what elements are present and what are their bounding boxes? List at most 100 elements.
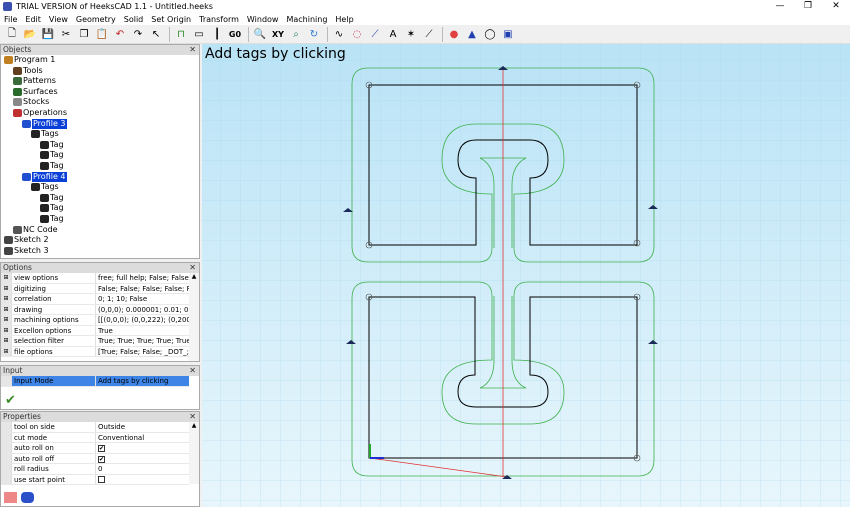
property-row[interactable]: auto roll off ✔	[1, 453, 189, 464]
select-icon[interactable]: ↖	[148, 26, 164, 42]
eraser-icon[interactable]	[4, 492, 17, 503]
apply-check-icon[interactable]: ✔	[5, 393, 16, 408]
option-value[interactable]: [True; False; False; _DOT_;_DOT	[96, 347, 189, 357]
checkbox[interactable]: ✔	[98, 445, 105, 452]
open-icon[interactable]: 📂	[22, 26, 38, 42]
save-icon[interactable]: 💾	[40, 26, 56, 42]
pocket-icon[interactable]: ▭	[191, 26, 207, 42]
property-row[interactable]: auto roll on ✔	[1, 443, 189, 454]
menu-transform[interactable]: Transform	[195, 15, 243, 24]
property-row[interactable]: tool on side Outside	[1, 422, 189, 433]
tree-item[interactable]: Tag	[40, 203, 64, 213]
menu-solid[interactable]: Solid	[120, 15, 148, 24]
property-row[interactable]: cut mode Conventional	[1, 432, 189, 443]
tree-item[interactable]: Stocks	[13, 97, 49, 107]
tree-item[interactable]: Surfaces	[13, 87, 58, 97]
expand-icon[interactable]: ⊞	[1, 294, 12, 304]
text-icon[interactable]: A	[385, 26, 401, 42]
tree-item[interactable]: Tag	[40, 214, 64, 224]
menu-set-origin[interactable]: Set Origin	[147, 15, 195, 24]
property-value[interactable]: 0	[96, 464, 189, 474]
menu-window[interactable]: Window	[243, 15, 283, 24]
expand-icon[interactable]: ⊞	[1, 336, 12, 346]
cylinder-icon[interactable]: ◯	[482, 26, 498, 42]
menu-view[interactable]: View	[45, 15, 72, 24]
option-value[interactable]: free; full help; False; False; False	[96, 273, 189, 283]
redraw-icon[interactable]: ↻	[306, 26, 322, 42]
menu-geometry[interactable]: Geometry	[72, 15, 120, 24]
tree-item[interactable]: Tags	[31, 182, 59, 192]
sphere-icon[interactable]: ●	[446, 26, 462, 42]
option-value[interactable]: False; False; False; False; False	[96, 284, 189, 294]
options-row[interactable]: ⊞ machining options [[(0,0,0); (0,0,222); …	[1, 315, 189, 326]
options-row[interactable]: ⊞ correlation 0; 1; 10; False	[1, 294, 189, 305]
minimize-button[interactable]: —	[766, 0, 794, 13]
option-value[interactable]: (0,0,0); 0.000001; 0.01; 0; False	[96, 305, 189, 315]
close-button[interactable]: ✕	[822, 0, 850, 13]
option-value[interactable]: [[(0,0,0); (0,0,222); (0,200,0);	[96, 315, 189, 325]
expand-icon[interactable]: ⊞	[1, 315, 12, 325]
close-icon[interactable]: ✕	[189, 263, 196, 273]
profile-icon[interactable]: ⊓	[173, 26, 189, 42]
new-icon[interactable]: 🗋	[4, 26, 20, 42]
property-value[interactable]: Conventional	[96, 433, 189, 443]
zoom-window-icon[interactable]: 🔍	[252, 26, 268, 42]
fit-view-icon[interactable]: ⌕	[288, 26, 304, 42]
checkbox[interactable]	[98, 475, 105, 483]
drill-icon[interactable]: ┃	[209, 26, 225, 42]
menu-edit[interactable]: Edit	[21, 15, 45, 24]
menu-file[interactable]: File	[0, 15, 21, 24]
cone-icon[interactable]: ▲	[464, 26, 480, 42]
circle-icon[interactable]: ◌	[349, 26, 365, 42]
tree-item[interactable]: Tags	[31, 129, 59, 139]
infinite-line-icon[interactable]: ⟋	[421, 26, 437, 42]
tree-item[interactable]: Tag	[40, 193, 64, 203]
tree-item[interactable]: Tag	[40, 140, 64, 150]
option-value[interactable]: True	[96, 326, 189, 336]
copy-icon[interactable]: ❐	[76, 26, 92, 42]
graphics-canvas[interactable]: Add tags by clicking	[202, 44, 850, 507]
close-icon[interactable]: ✕	[189, 412, 196, 422]
undo-icon[interactable]: ↶	[112, 26, 128, 42]
tree-item[interactable]: Program 1	[4, 55, 55, 65]
property-row[interactable]: use start point	[1, 474, 189, 485]
tree-item[interactable]: Sketch 3	[4, 246, 49, 256]
tree-item[interactable]: Tag	[40, 150, 64, 160]
tree-item[interactable]: NC Code	[13, 225, 58, 235]
options-row[interactable]: ⊞ selection filter True; True; True; True;…	[1, 336, 189, 347]
toolbar-button-g0[interactable]: G0	[227, 26, 243, 42]
checkbox[interactable]: ✔	[98, 455, 105, 463]
tree-item[interactable]: Patterns	[13, 76, 56, 86]
machine-icon[interactable]	[21, 492, 34, 503]
close-icon[interactable]: ✕	[189, 45, 196, 55]
option-value[interactable]: 0; 1; 10; False	[96, 294, 189, 304]
tree-item[interactable]: Profile 3	[22, 118, 67, 129]
expand-icon[interactable]: ⊞	[1, 283, 12, 293]
scrollbar[interactable]: ▲	[189, 422, 199, 484]
expand-icon[interactable]: ⊞	[1, 304, 12, 314]
options-row[interactable]: ⊞ file options [True; False; False; _DOT_;…	[1, 346, 189, 357]
input-mode-value[interactable]: Add tags by clicking	[96, 376, 189, 386]
expand-icon[interactable]: ⊞	[1, 325, 12, 335]
scrollbar[interactable]: ▲	[189, 273, 199, 361]
options-row[interactable]: ⊞ digitizing False; False; False; False; F…	[1, 283, 189, 294]
maximize-button[interactable]: ❐	[794, 0, 822, 13]
tree-item[interactable]: Operations	[13, 108, 67, 118]
toolbar-button-xy[interactable]: XY	[270, 26, 286, 42]
tree-item[interactable]: Profile 4	[22, 171, 67, 182]
property-row[interactable]: roll radius 0	[1, 464, 189, 475]
tree-item[interactable]: Sketch 2	[4, 235, 49, 245]
cube-icon[interactable]: ▣	[500, 26, 516, 42]
property-value[interactable]: Outside	[96, 422, 189, 432]
options-row[interactable]: ⊞drawing(0,0,0); 0.000001; 0.01; 0; Fals…	[1, 304, 189, 315]
close-icon[interactable]: ✕	[189, 366, 196, 376]
paste-icon[interactable]: 📋	[94, 26, 110, 42]
tree-item[interactable]: Tag	[40, 161, 64, 171]
cut-icon[interactable]: ✂	[58, 26, 74, 42]
expand-icon[interactable]: ⊞	[1, 273, 12, 283]
point-icon[interactable]: ✶	[403, 26, 419, 42]
options-row[interactable]: ⊞ Excellon options True	[1, 325, 189, 336]
menu-help[interactable]: Help	[331, 15, 357, 24]
expand-icon[interactable]: ⊞	[1, 346, 12, 356]
tree-item[interactable]: Tools	[13, 66, 43, 76]
